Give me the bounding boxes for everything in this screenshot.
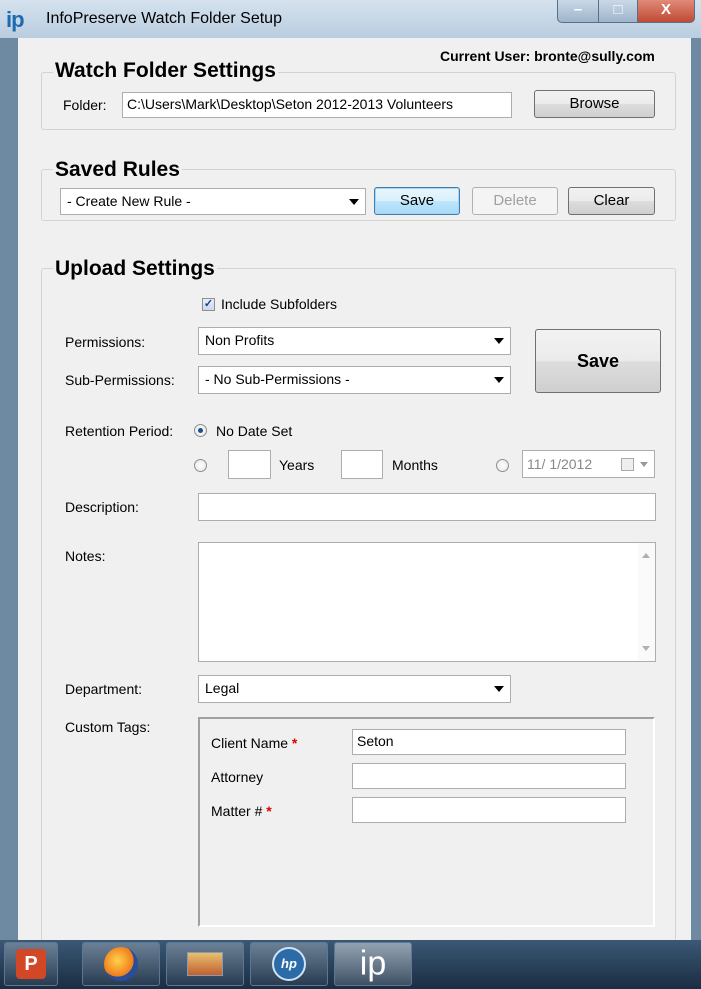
tag-label-client-name: Client Name * (211, 735, 298, 751)
minimize-button[interactable]: – (557, 0, 599, 23)
delete-rule-button[interactable]: Delete (472, 187, 558, 215)
client-area: Current User: bronte@sully.com Watch Fol… (18, 38, 691, 941)
department-label: Department: (65, 681, 143, 697)
years-input[interactable] (228, 450, 271, 479)
scroll-down-icon[interactable] (642, 646, 650, 651)
firefox-icon (104, 947, 138, 981)
no-date-label: No Date Set (216, 423, 293, 439)
scroll-up-icon[interactable] (642, 553, 650, 558)
no-date-radio[interactable] (194, 424, 207, 437)
save-rule-button[interactable]: Save (374, 187, 460, 215)
custom-tags-label: Custom Tags: (65, 719, 151, 735)
app-window: ip InfoPreserve Watch Folder Setup – □ X… (0, 0, 701, 941)
chevron-down-icon (494, 338, 504, 344)
tag-input-client-name[interactable]: Seton (352, 729, 626, 755)
app-logo: ip (6, 7, 25, 32)
notes-label: Notes: (65, 548, 106, 564)
department-select[interactable]: Legal (198, 675, 511, 703)
calendar-icon (621, 458, 634, 471)
current-user-label: Current User: bronte@sully.com (440, 48, 655, 64)
tag-input-attorney[interactable] (352, 763, 626, 789)
permissions-value: Non Profits (205, 332, 275, 348)
taskbar-firefox[interactable] (82, 942, 160, 986)
chevron-down-icon (640, 462, 648, 467)
chevron-down-icon (349, 199, 359, 205)
include-subfolders-checkbox[interactable]: ✓ (202, 298, 215, 311)
chevron-down-icon (494, 686, 504, 692)
folder-input[interactable]: C:\Users\Mark\Desktop\Seton 2012-2013 Vo… (122, 92, 512, 118)
department-value: Legal (205, 680, 240, 696)
infopreserve-icon: ip (359, 944, 387, 983)
retention-date-value: 11/ 1/2012 (527, 456, 593, 472)
close-button[interactable]: X (637, 0, 695, 23)
maximize-button[interactable]: □ (598, 0, 638, 23)
date-radio[interactable] (496, 459, 509, 472)
upload-settings-title: Upload Settings (53, 257, 217, 281)
taskbar-hp[interactable]: hp (250, 942, 328, 986)
taskbar-infopreserve[interactable]: ip (334, 942, 412, 986)
description-input[interactable] (198, 493, 656, 521)
permissions-select[interactable]: Non Profits (198, 327, 511, 355)
powerpoint-icon: P (16, 949, 46, 979)
clear-rule-button[interactable]: Clear (568, 187, 655, 215)
tag-input-matter[interactable] (352, 797, 626, 823)
permissions-label: Permissions: (65, 334, 146, 350)
saved-rule-value: - Create New Rule - (67, 193, 191, 209)
notes-scrollbar[interactable] (638, 543, 655, 661)
notes-textarea[interactable] (198, 542, 656, 662)
years-label: Years (279, 457, 315, 473)
remote-desktop-icon (187, 952, 223, 976)
sub-permissions-value: - No Sub-Permissions - (205, 371, 350, 387)
maximize-icon: □ (613, 1, 623, 18)
custom-tags-panel: Client Name * Seton Attorney Matter # * (198, 717, 655, 927)
tag-label-attorney: Attorney (211, 769, 264, 785)
required-marker: * (291, 735, 298, 751)
watch-folder-title: Watch Folder Settings (53, 59, 278, 83)
tag-label-matter: Matter # * (211, 803, 272, 819)
saved-rule-select[interactable]: - Create New Rule - (60, 188, 366, 215)
taskbar-powerpoint[interactable]: P (4, 942, 58, 986)
title-bar[interactable]: ip InfoPreserve Watch Folder Setup – □ X (0, 0, 701, 38)
sub-permissions-select[interactable]: - No Sub-Permissions - (198, 366, 511, 394)
retention-date-picker[interactable]: 11/ 1/2012 (522, 450, 655, 478)
saved-rules-title: Saved Rules (53, 158, 182, 182)
upload-save-button[interactable]: Save (535, 329, 661, 393)
months-label: Months (392, 457, 438, 473)
include-subfolders-label: Include Subfolders (221, 296, 337, 312)
required-marker: * (266, 803, 272, 819)
chevron-down-icon (494, 377, 504, 383)
duration-radio[interactable] (194, 459, 207, 472)
months-input[interactable] (341, 450, 383, 479)
window-title: InfoPreserve Watch Folder Setup (46, 10, 282, 27)
browse-button[interactable]: Browse (534, 90, 655, 118)
folder-label: Folder: (63, 97, 107, 113)
close-icon: X (660, 1, 671, 18)
hp-icon: hp (272, 947, 306, 981)
retention-period-label: Retention Period: (65, 423, 174, 439)
sub-permissions-label: Sub-Permissions: (65, 372, 175, 388)
minimize-icon: – (573, 1, 583, 18)
taskbar-remote-desktop[interactable] (166, 942, 244, 986)
taskbar: P hp ip (0, 940, 701, 989)
description-label: Description: (65, 499, 139, 515)
